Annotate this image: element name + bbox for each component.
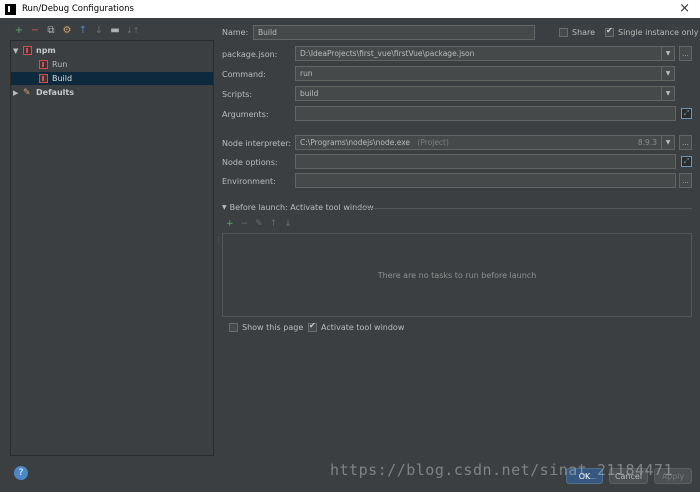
arguments-input[interactable] <box>295 106 676 121</box>
tree-node-label: Build <box>52 74 73 83</box>
before-launch-toolbar: + − ✎ ↑ ↓ <box>226 219 292 229</box>
section-divider <box>356 208 692 209</box>
add-icon[interactable]: + <box>14 25 24 37</box>
npm-icon <box>39 60 48 69</box>
scripts-dropdown-icon[interactable]: ▼ <box>662 86 675 101</box>
copy-icon[interactable]: ⧉ <box>46 25 56 37</box>
tree-node-defaults[interactable]: ▶ ✎ Defaults <box>13 86 213 99</box>
intellij-app-icon <box>5 3 16 15</box>
node-interpreter-label: Node interpreter: <box>222 139 292 148</box>
move-down-icon[interactable]: ↓ <box>94 25 104 37</box>
single-instance-label: Single instance only <box>618 28 699 37</box>
empty-tasks-message: There are no tasks to run before launch <box>377 270 537 280</box>
environment-browse-button[interactable]: ... <box>679 173 692 188</box>
npm-icon <box>39 74 48 83</box>
move-task-down-icon[interactable]: ↓ <box>284 219 292 229</box>
edit-task-icon[interactable]: ✎ <box>255 219 263 229</box>
tree-node-npm[interactable]: ▼ npm <box>13 44 213 57</box>
node-interpreter-path: C:\Programs\nodejs\node.exe <box>300 138 411 147</box>
tree-node-label: npm <box>36 46 56 55</box>
tree-node-label: Run <box>52 60 68 69</box>
node-interpreter-scope: (Project) <box>417 138 449 147</box>
command-combo[interactable]: run <box>295 66 662 81</box>
command-label: Command: <box>222 70 266 79</box>
command-dropdown-icon[interactable]: ▼ <box>662 66 675 81</box>
sort-icon[interactable]: ↓↑ <box>126 25 139 37</box>
show-page-label: Show this page <box>242 323 304 332</box>
single-instance-checkbox[interactable] <box>605 26 614 37</box>
package-json-dropdown-icon[interactable]: ▼ <box>662 46 675 61</box>
configurations-toolbar: + − ⧉ ⚙ ↑ ↓ ▬ ↓↑ <box>10 22 214 40</box>
add-task-icon[interactable]: + <box>226 219 234 229</box>
configurations-tree: ▼ npm Run Build ▶ ✎ Defaults <box>10 40 214 456</box>
before-launch-title: Before launch: Activate tool window <box>229 203 374 212</box>
node-interpreter-browse-button[interactable]: ... <box>679 135 692 150</box>
collapse-arrow-icon[interactable]: ▼ <box>222 204 227 211</box>
watermark-text: https://blog.csdn.net/sinat_21184471 <box>330 461 674 479</box>
tree-node-run[interactable]: Run <box>39 58 213 71</box>
node-interpreter-dropdown-icon[interactable]: ▼ <box>662 135 675 150</box>
tree-node-label: Defaults <box>36 88 74 97</box>
node-interpreter-combo[interactable]: C:\Programs\nodejs\node.exe (Project) 8.… <box>295 135 662 150</box>
package-json-label: package.json: <box>222 50 278 59</box>
folder-icon[interactable]: ▬ <box>110 25 120 37</box>
arguments-label: Arguments: <box>222 110 269 119</box>
title-bar: Run/Debug Configurations × <box>0 0 700 18</box>
node-version: 8.9.3 <box>637 138 657 147</box>
share-checkbox[interactable] <box>559 28 568 37</box>
name-input[interactable]: Build <box>253 25 535 40</box>
move-up-icon[interactable]: ↑ <box>78 25 88 37</box>
expanded-arrow-icon[interactable]: ▼ <box>13 47 23 55</box>
window-title: Run/Debug Configurations <box>22 4 134 14</box>
before-launch-tasks-list[interactable]: There are no tasks to run before launch <box>222 233 692 317</box>
activate-tool-window-checkbox[interactable] <box>308 321 317 332</box>
tree-node-build[interactable]: Build <box>11 72 213 85</box>
configurations-panel: + − ⧉ ⚙ ↑ ↓ ▬ ↓↑ ▼ npm Run Build ▶ ✎ Def… <box>10 22 214 456</box>
environment-label: Environment: <box>222 177 276 186</box>
show-page-checkbox[interactable] <box>229 323 238 332</box>
collapsed-arrow-icon[interactable]: ▶ <box>13 89 23 97</box>
node-options-input[interactable] <box>295 154 676 169</box>
environment-input[interactable] <box>295 173 676 188</box>
scripts-label: Scripts: <box>222 90 253 99</box>
remove-icon[interactable]: − <box>30 25 40 37</box>
node-options-expand-icon[interactable]: ⤢ <box>681 156 692 167</box>
package-json-combo[interactable]: D:\IdeaProjects\first_vue\firstVue\packa… <box>295 46 662 61</box>
arguments-expand-icon[interactable]: ⤢ <box>681 108 692 119</box>
move-task-up-icon[interactable]: ↑ <box>270 219 278 229</box>
edit-defaults-icon[interactable]: ⚙ <box>62 25 72 37</box>
activate-tool-window-label: Activate tool window <box>321 323 405 332</box>
defaults-wrench-icon: ✎ <box>23 87 31 98</box>
node-options-label: Node options: <box>222 158 278 167</box>
npm-icon <box>23 46 32 55</box>
close-icon[interactable]: × <box>679 1 690 16</box>
help-icon[interactable]: ? <box>14 466 28 480</box>
remove-task-icon[interactable]: − <box>241 219 249 229</box>
scripts-combo[interactable]: build <box>295 86 662 101</box>
before-launch-header[interactable]: ▼ Before launch: Activate tool window <box>222 203 692 212</box>
package-json-browse-button[interactable]: ... <box>679 46 692 61</box>
share-label: Share <box>572 28 596 37</box>
name-label: Name: <box>222 28 249 37</box>
splitter-handle[interactable]: ⋮ <box>215 236 222 244</box>
